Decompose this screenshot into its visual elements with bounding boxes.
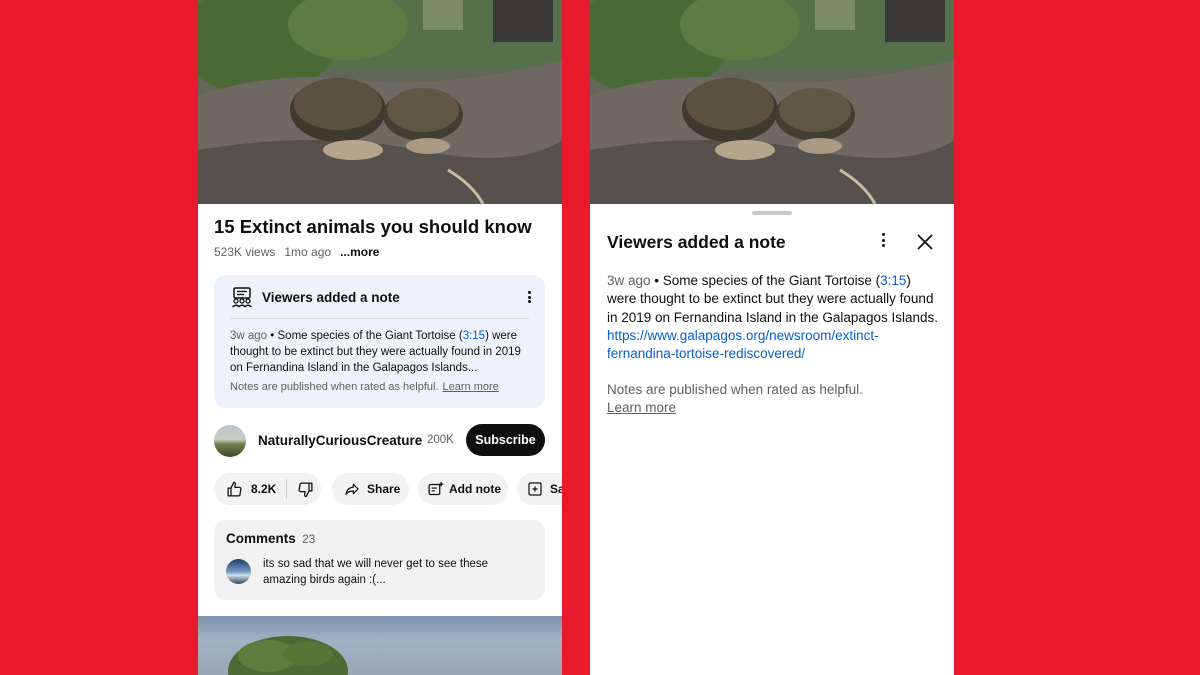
like-separator: [286, 479, 288, 499]
subscriber-count: 200K: [427, 434, 454, 446]
channel-row: NaturallyCuriousCreature 200K Subscribe: [214, 424, 546, 458]
sheet-more-icon[interactable]: [877, 231, 889, 249]
sheet-footer-text: Notes are published when rated as helpfu…: [607, 382, 863, 397]
note-text-before: Some species of the Giant Tortoise (: [277, 330, 463, 342]
viewer-note-card[interactable]: Viewers added a note 3w ago • Some speci…: [214, 275, 545, 408]
sheet-drag-handle[interactable]: [752, 211, 792, 215]
view-count: 523K views: [214, 245, 276, 259]
next-video-thumbnail[interactable]: [198, 616, 562, 675]
tortoise-photo: [590, 0, 954, 204]
video-player-thumbnail-dimmed[interactable]: [590, 0, 954, 204]
sheet-footer: Notes are published when rated as helpfu…: [607, 381, 907, 418]
note-card-text: 3w ago • Some species of the Giant Torto…: [230, 328, 533, 376]
more-description-link[interactable]: ...more: [340, 245, 379, 259]
comments-section[interactable]: Comments 23 its so sad that we will neve…: [214, 520, 545, 600]
like-count: 8.2K: [251, 482, 277, 496]
note-separator: •: [267, 330, 278, 342]
video-title[interactable]: 15 Extinct animals you should know: [214, 216, 546, 238]
comments-count: 23: [302, 532, 316, 546]
phone-note-sheet: Viewers added a note 3w ago • Some speci…: [590, 0, 954, 675]
share-button[interactable]: Share: [332, 473, 409, 505]
action-bar: 8.2K Share Add note Sa: [214, 473, 562, 505]
learn-more-link[interactable]: Learn more: [443, 381, 499, 393]
channel-avatar[interactable]: [214, 425, 246, 457]
community-notes-icon: [232, 287, 252, 308]
phone-video-page: 15 Extinct animals you should know 523K …: [198, 0, 562, 675]
subscribe-button[interactable]: Subscribe: [466, 424, 545, 456]
video-player-thumbnail[interactable]: [198, 0, 562, 204]
thumbs-up-icon[interactable]: [226, 481, 243, 498]
like-dislike-button[interactable]: 8.2K: [214, 473, 321, 505]
video-meta[interactable]: 523K views 1mo ago ...more: [214, 245, 379, 259]
add-note-label: Add note: [449, 482, 501, 496]
source-url-link[interactable]: https://www.galapagos.org/newsroom/extin…: [607, 328, 879, 361]
note-card-heading: Viewers added a note: [262, 290, 400, 305]
sheet-text-before: Some species of the Giant Tortoise (: [662, 273, 881, 288]
upload-age: 1mo ago: [284, 245, 332, 259]
note-card-footer: Notes are published when rated as helpfu…: [230, 381, 499, 393]
comments-heading: Comments: [226, 531, 296, 546]
save-label: Sa: [550, 482, 562, 496]
channel-name[interactable]: NaturallyCuriousCreature: [258, 433, 422, 448]
tortoise-photo: [198, 0, 562, 204]
close-icon[interactable]: [915, 232, 935, 252]
add-note-button[interactable]: Add note: [418, 473, 508, 505]
share-label: Share: [367, 482, 401, 496]
thumbs-down-icon[interactable]: [297, 481, 314, 498]
save-playlist-icon: [528, 482, 542, 496]
commenter-avatar: [226, 559, 251, 584]
share-arrow-icon: [345, 483, 359, 495]
note-time: 3w ago: [230, 330, 268, 342]
note-footer-text: Notes are published when rated as helpfu…: [230, 381, 439, 393]
sheet-title: Viewers added a note: [607, 232, 786, 252]
sheet-separator: •: [650, 273, 663, 288]
sheet-note-text: 3w ago • Some species of the Giant Torto…: [607, 272, 942, 363]
note-more-icon[interactable]: [523, 288, 535, 306]
note-divider: [230, 318, 529, 319]
sheet-note-time: 3w ago: [607, 273, 651, 288]
save-button[interactable]: Sa: [517, 473, 562, 505]
note-bottom-sheet: Viewers added a note 3w ago • Some speci…: [590, 204, 954, 675]
note-timestamp-link[interactable]: 3:15: [463, 330, 485, 342]
add-note-icon: [428, 481, 444, 495]
sheet-learn-more-link[interactable]: Learn more: [607, 399, 907, 417]
top-comment-text: its so sad that we will never get to see…: [263, 558, 489, 586]
sheet-timestamp-link[interactable]: 3:15: [880, 273, 906, 288]
next-video-image: [228, 636, 348, 675]
